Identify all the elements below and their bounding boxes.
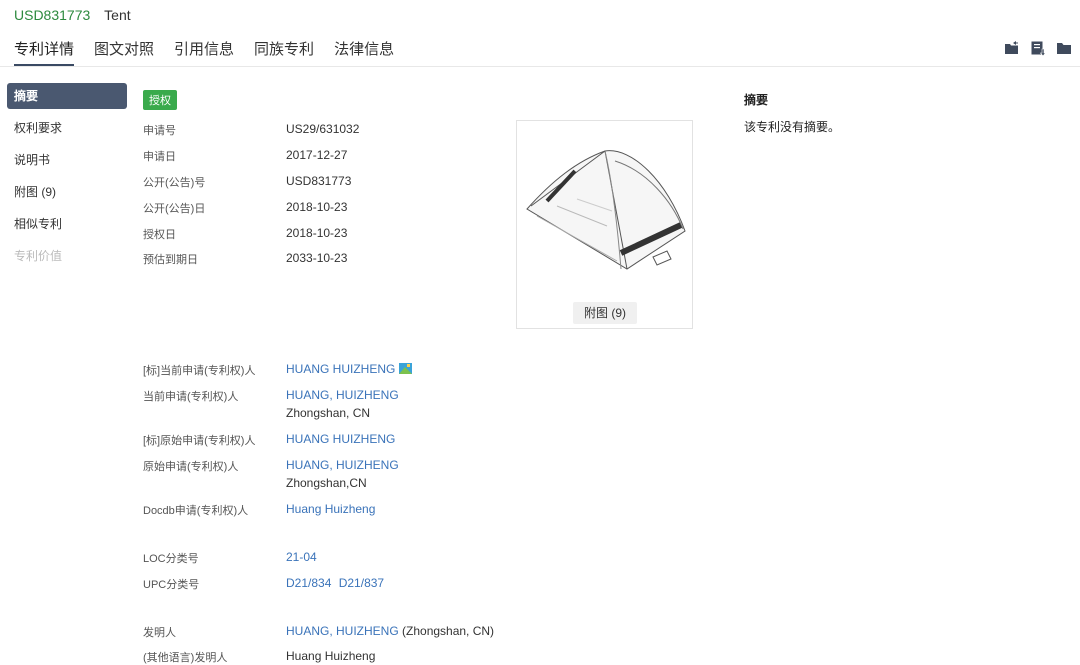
current-applicant-label: 当前申请(专利权)人 [143, 391, 239, 403]
upc-class-value: D21/834 D21/837 [286, 576, 384, 590]
grant-date-label: 授权日 [143, 229, 176, 241]
std-current-applicant-value: HUANG HUIZHENG [286, 362, 413, 376]
detail-tabs: 专利详情 图文对照 引用信息 同族专利 法律信息 [14, 38, 414, 66]
inventor-label: 发明人 [143, 627, 176, 639]
tab-patent-details[interactable]: 专利详情 [14, 38, 75, 66]
tab-text-image-compare[interactable]: 图文对照 [94, 38, 154, 66]
sidebar-item-patent-value: 专利价值 [14, 249, 63, 263]
original-applicant-value: HUANG, HUIZHENG Zhongshan,CN [286, 458, 399, 490]
header-divider [0, 66, 1080, 67]
application-no-value: US29/631032 [286, 122, 360, 136]
application-date-label: 申请日 [143, 151, 176, 163]
original-applicant-label: 原始申请(专利权)人 [143, 461, 239, 473]
tab-citation-info[interactable]: 引用信息 [174, 38, 234, 66]
expiry-date-label: 预估到期日 [143, 254, 198, 266]
sidebar-item-drawings[interactable]: 附图 (9) [7, 179, 127, 205]
figure-preview[interactable] [516, 120, 693, 329]
sidebar-item-similar-patents[interactable]: 相似专利 [7, 211, 127, 237]
toolbar-icons [1004, 40, 1072, 56]
upc-class-label: UPC分类号 [143, 579, 200, 591]
std-current-applicant-link[interactable]: HUANG HUIZHENG [286, 362, 395, 376]
other-lang-inventor-value: Huang Huizheng [286, 649, 376, 663]
company-info-icon[interactable] [399, 363, 413, 374]
folder-share-icon[interactable] [1004, 40, 1020, 56]
std-original-applicant-link[interactable]: HUANG HUIZHENG [286, 432, 395, 446]
docdb-applicant-label: Docdb申请(专利权)人 [143, 505, 249, 517]
patent-number: USD831773 [14, 7, 91, 23]
current-applicant-value: HUANG, HUIZHENG Zhongshan, CN [286, 388, 399, 420]
loc-class-value: 21-04 [286, 550, 317, 564]
figure-count-button[interactable]: 附图 (9) [573, 302, 637, 324]
std-original-applicant-label: [标]原始申请(专利权)人 [143, 435, 256, 447]
loc-class-link[interactable]: 21-04 [286, 550, 317, 564]
original-applicant-location: Zhongshan,CN [286, 476, 367, 490]
grant-date-value: 2018-10-23 [286, 226, 348, 240]
expiry-date-value: 2033-10-23 [286, 251, 348, 265]
tent-drawing-image [526, 150, 686, 270]
patent-title: USD831773 Tent [14, 7, 131, 23]
folder-icon[interactable] [1056, 40, 1072, 56]
upc-class-link-1[interactable]: D21/834 [286, 576, 331, 590]
inventor-link[interactable]: HUANG, HUIZHENG [286, 624, 399, 638]
std-original-applicant-value: HUANG HUIZHENG [286, 432, 395, 446]
publication-no-value: USD831773 [286, 174, 352, 188]
status-badge: 授权 [143, 90, 177, 110]
inventor-value: HUANG, HUIZHENG (Zhongshan, CN) [286, 624, 494, 638]
inventor-location: (Zhongshan, CN) [402, 624, 495, 638]
docdb-applicant-link[interactable]: Huang Huizheng [286, 502, 375, 516]
original-applicant-link[interactable]: HUANG, HUIZHENG [286, 458, 399, 472]
docdb-applicant-value: Huang Huizheng [286, 502, 375, 516]
tab-family-patents[interactable]: 同族专利 [254, 38, 314, 66]
sidebar-nav: 摘要 权利要求 说明书 附图 (9) 相似专利 专利价值 [7, 83, 127, 275]
sidebar-item-abstract[interactable]: 摘要 [7, 83, 127, 109]
sidebar-item-description[interactable]: 说明书 [7, 147, 127, 173]
upc-class-link-2[interactable]: D21/837 [339, 576, 384, 590]
tab-legal-info[interactable]: 法律信息 [334, 38, 394, 66]
publication-date-label: 公开(公告)日 [143, 203, 206, 215]
current-applicant-location: Zhongshan, CN [286, 406, 371, 420]
export-icon[interactable] [1030, 40, 1046, 56]
loc-class-label: LOC分类号 [143, 553, 199, 565]
sidebar-item-claims[interactable]: 权利要求 [7, 115, 127, 141]
abstract-text: 该专利没有摘要。 [744, 120, 841, 134]
std-current-applicant-label: [标]当前申请(专利权)人 [143, 365, 256, 377]
publication-no-label: 公开(公告)号 [143, 177, 206, 189]
patent-name: Tent [104, 7, 131, 23]
current-applicant-link[interactable]: HUANG, HUIZHENG [286, 388, 399, 402]
other-lang-inventor-label: (其他语言)发明人 [143, 652, 228, 664]
application-date-value: 2017-12-27 [286, 148, 348, 162]
abstract-heading: 摘要 [744, 93, 769, 107]
application-no-label: 申请号 [143, 125, 176, 137]
publication-date-value: 2018-10-23 [286, 200, 348, 214]
